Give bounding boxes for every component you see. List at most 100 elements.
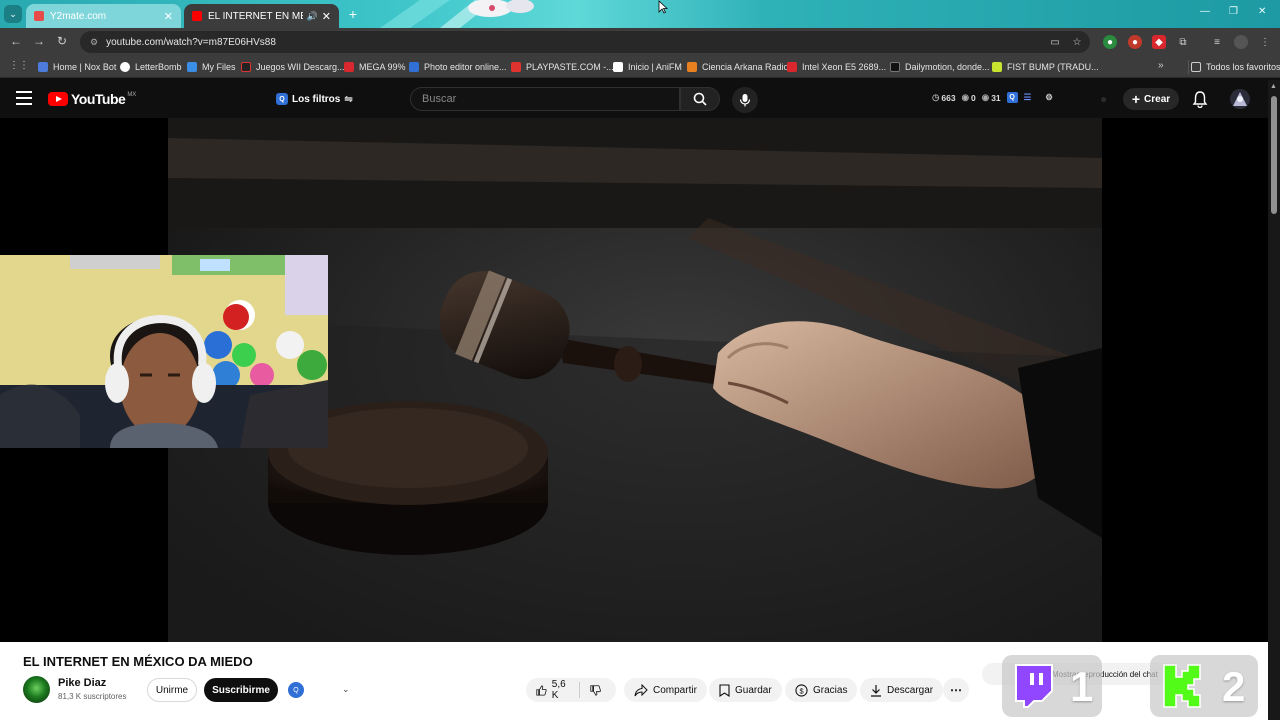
thanks-button[interactable]: $ Gracias [785,678,858,702]
account-avatar[interactable] [1230,89,1250,109]
plus-icon: + [1131,91,1141,107]
more-bookmarks-chevron-icon[interactable]: » [1158,60,1164,71]
bookmark-favicon-icon [241,62,251,72]
list-icon[interactable]: ☰ [1024,92,1032,103]
like-count: 5,6 K [551,679,566,701]
chevron-down-icon[interactable]: ⌄ [342,684,350,695]
bookmark-favicon-icon [787,62,797,72]
bookmark-item[interactable]: Juegos WII Descarg... [241,60,345,74]
settings-icon[interactable]: ⚙ [1045,92,1053,103]
extension-green-icon[interactable]: ● [1103,35,1117,49]
join-button[interactable]: Unirme [147,678,197,702]
y2mate-favicon-icon [34,11,44,21]
bookmark-item[interactable]: Dailymotion, donde... [890,60,990,74]
bookmark-favicon-icon [613,62,623,72]
bookmark-item[interactable]: Ciencia Arkana Radio [687,60,789,74]
bookmark-item[interactable]: Inicio | AniFM [613,60,682,74]
bookmark-item[interactable]: LetterBomb [120,60,182,74]
address-bar[interactable]: ⚙ youtube.com/watch?v=m87E06HVs88 [80,31,1090,53]
search-input[interactable]: Buscar [410,87,680,111]
bookmark-item[interactable]: MEGA 99% [344,60,406,74]
tab-youtube-video[interactable]: EL INTERNET EN MÉXICO D 🔊 ✕ [184,4,339,28]
bookmark-favicon-icon [890,62,900,72]
voice-search-button[interactable] [732,87,758,113]
bookmark-favicon-icon [187,62,197,72]
adblock-extension-icon[interactable]: ◆ [1152,35,1166,49]
bookmark-item[interactable]: My Files [187,60,236,74]
close-window-icon[interactable]: ✕ [1258,6,1266,17]
folder-icon [1191,62,1201,72]
bookmarks-bar: ⋮⋮ Home | Nox Bot LetterBomb My Files Ju… [0,56,1280,78]
bookmark-item[interactable]: PLAYPASTE.COM -... [511,60,614,74]
forward-arrow-icon[interactable]: → [33,34,45,48]
theme-artwork [380,0,534,28]
browser-menu-icon[interactable]: ⋮ [1258,35,1272,49]
browser-tab-strip: ⌄ Y2mate.com ✕ EL INTERNET EN MÉXICO D 🔊… [0,0,1280,28]
bookmark-star-icon[interactable]: ☆ [1070,35,1084,49]
tab-title: Y2mate.com [50,10,107,22]
back-arrow-icon[interactable]: ← [10,34,22,48]
apps-grid-icon[interactable]: ⋮⋮ [9,60,29,71]
kick-logo-icon [1163,664,1201,708]
avatar-artwork-icon [1233,92,1247,106]
minimize-window-icon[interactable]: — [1200,6,1210,17]
bookmark-favicon-icon [409,62,419,72]
clock-icon: ◷ [932,92,940,102]
download-button[interactable]: Descargar [860,678,944,702]
extension-red-icon[interactable]: ● [1128,35,1142,49]
like-dislike-group: 5,6 K [526,678,616,702]
filters-button[interactable]: Q Los filtros ⇋ [276,89,353,109]
extension-stats: ◷ 663 ◉ 0 ◉ 31 Q ☰ ⚙ [932,92,1053,103]
subscribe-button[interactable]: Suscribirme [204,678,278,702]
search-icon [693,92,707,106]
subscriber-count: 81,3 K suscriptores [58,692,127,701]
youtube-logo[interactable]: YouTube MX [48,91,136,107]
bookmark-favicon-icon [687,62,697,72]
channel-avatar[interactable] [23,676,50,703]
bookmark-item[interactable]: FIST BUMP (TRADU... [992,60,1099,74]
extensions-puzzle-icon[interactable]: ⧉ [1176,35,1190,49]
twitch-viewer-count: 1 [1070,663,1094,710]
profile-icon[interactable] [1234,35,1248,49]
bookmark-item[interactable]: Intel Xeon E5 2689... [787,60,886,74]
close-tab-icon[interactable]: ✕ [164,10,173,23]
search-button[interactable] [680,87,720,111]
share-button[interactable]: Compartir [624,678,707,702]
hamburger-menu-icon[interactable] [16,91,32,105]
bookmark-favicon-icon [511,62,521,72]
kick-viewer-overlay: 2 [1150,655,1258,717]
tab-title: EL INTERNET EN MÉXICO D [208,10,303,22]
close-tab-icon[interactable]: ✕ [322,10,331,23]
speaker-icon[interactable]: 🔊 [307,11,318,22]
cast-icon[interactable]: ▭ [1048,35,1062,49]
thumbs-down-icon[interactable] [590,684,601,697]
thumbs-up-icon [536,685,547,695]
all-bookmarks-folder[interactable]: Todos los favoritos [1188,60,1280,74]
like-button[interactable]: 5,6 K [536,679,571,701]
reload-icon[interactable]: ↻ [57,34,67,48]
bookmark-favicon-icon [38,62,48,72]
extension-badge-icon[interactable]: Q [288,682,304,698]
scroll-up-arrow-icon[interactable]: ▲ [1270,83,1277,90]
url-text: youtube.com/watch?v=m87E06HVs88 [106,36,276,48]
kick-viewer-count: 2 [1222,663,1246,710]
save-button[interactable]: Guardar [709,678,782,702]
cast-icon[interactable]: ● [1100,92,1107,106]
bookmark-item[interactable]: Photo editor online... [409,60,507,74]
bookmark-favicon-icon [344,62,354,72]
new-tab-icon[interactable]: + [344,5,362,23]
more-actions-icon[interactable]: ⋯ [943,678,969,702]
site-info-icon[interactable]: ⚙ [90,37,98,48]
channel-name[interactable]: Pike Diaz [58,677,106,689]
notifications-bell-icon[interactable] [1192,90,1208,108]
create-button[interactable]: + Crear [1123,88,1179,110]
bookmark-icon [719,683,730,697]
reading-list-icon[interactable]: ≡ [1210,35,1224,49]
tab-y2mate[interactable]: Y2mate.com ✕ [26,4,181,28]
maximize-window-icon[interactable]: ❐ [1229,6,1238,17]
tab-search-chevron-icon[interactable]: ⌄ [4,5,22,23]
browser-toolbar: ← → ↻ ⚙ youtube.com/watch?v=m87E06HVs88 … [0,28,1280,56]
bookmark-item[interactable]: Home | Nox Bot [38,60,116,74]
scrollbar-thumb[interactable] [1271,96,1277,214]
extension-badge-icon[interactable]: Q [1006,92,1018,103]
